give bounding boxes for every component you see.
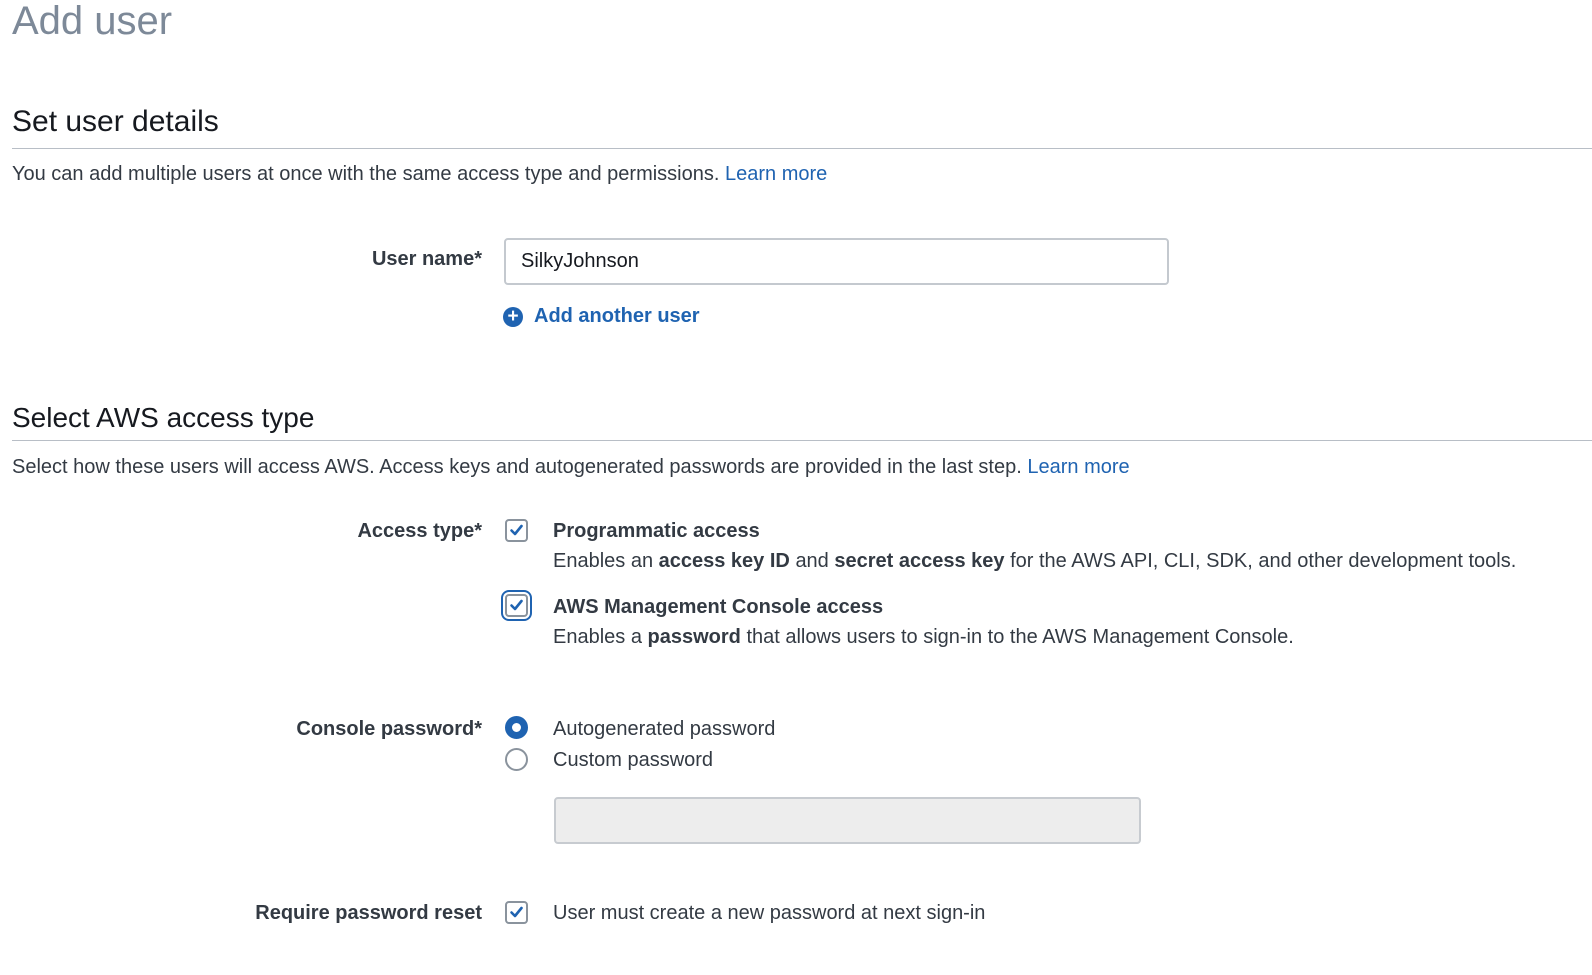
add-user-page: Add user Set user details You can add mu… bbox=[0, 0, 1592, 975]
checkmark-icon bbox=[510, 524, 523, 536]
desc-text: Enables a bbox=[553, 626, 642, 648]
autogenerated-password-radio[interactable] bbox=[505, 716, 528, 739]
section-divider bbox=[12, 148, 1592, 149]
require-password-reset-checkbox[interactable] bbox=[505, 901, 528, 924]
section-divider bbox=[12, 440, 1592, 441]
add-another-user-button[interactable]: + Add another user bbox=[503, 305, 700, 328]
learn-more-link[interactable]: Learn more bbox=[725, 163, 827, 185]
custom-password-label[interactable]: Custom password bbox=[553, 747, 713, 773]
learn-more-link[interactable]: Learn more bbox=[1027, 456, 1129, 478]
set-user-details-heading: Set user details bbox=[12, 105, 219, 138]
user-details-description: You can add multiple users at once with … bbox=[12, 161, 827, 187]
console-access-description: Enables a password that allows users to … bbox=[553, 624, 1294, 650]
console-password-label: Console password* bbox=[296, 718, 482, 740]
access-type-label: Access type* bbox=[357, 520, 482, 542]
page-title: Add user bbox=[12, 0, 173, 43]
programmatic-access-checkbox[interactable] bbox=[505, 519, 528, 542]
desc-text: that allows users to sign-in to the AWS … bbox=[746, 626, 1294, 648]
console-access-title: AWS Management Console access bbox=[553, 596, 884, 618]
programmatic-access-title: Programmatic access bbox=[553, 520, 760, 542]
custom-password-radio[interactable] bbox=[505, 748, 528, 771]
add-another-user-label: Add another user bbox=[534, 305, 700, 327]
desc-bold-text: password bbox=[647, 626, 741, 648]
user-name-label: User name* bbox=[371, 248, 482, 270]
programmatic-access-description: Enables an access key ID and secret acce… bbox=[553, 548, 1516, 574]
plus-circle-icon: + bbox=[503, 306, 523, 327]
desc-text: for the AWS API, CLI, SDK, and other dev… bbox=[1010, 550, 1517, 572]
desc-bold-text: secret access key bbox=[834, 550, 1005, 572]
desc-bold-text: access key ID bbox=[658, 550, 790, 572]
user-details-description-text: You can add multiple users at once with … bbox=[12, 163, 720, 185]
desc-text: and bbox=[795, 550, 829, 572]
checkmark-icon bbox=[510, 906, 523, 918]
select-access-type-heading: Select AWS access type bbox=[12, 402, 315, 433]
console-access-checkbox[interactable] bbox=[505, 594, 528, 617]
access-type-description: Select how these users will access AWS. … bbox=[12, 454, 1130, 480]
require-password-reset-option-label[interactable]: User must create a new password at next … bbox=[553, 900, 985, 926]
checkmark-icon bbox=[510, 599, 523, 611]
desc-text: Enables an bbox=[553, 550, 654, 572]
require-password-reset-label: Require password reset bbox=[255, 902, 482, 924]
autogenerated-password-label[interactable]: Autogenerated password bbox=[553, 716, 775, 742]
user-name-input[interactable] bbox=[504, 238, 1169, 285]
custom-password-input[interactable] bbox=[554, 797, 1141, 844]
access-type-description-text: Select how these users will access AWS. … bbox=[12, 456, 1022, 478]
